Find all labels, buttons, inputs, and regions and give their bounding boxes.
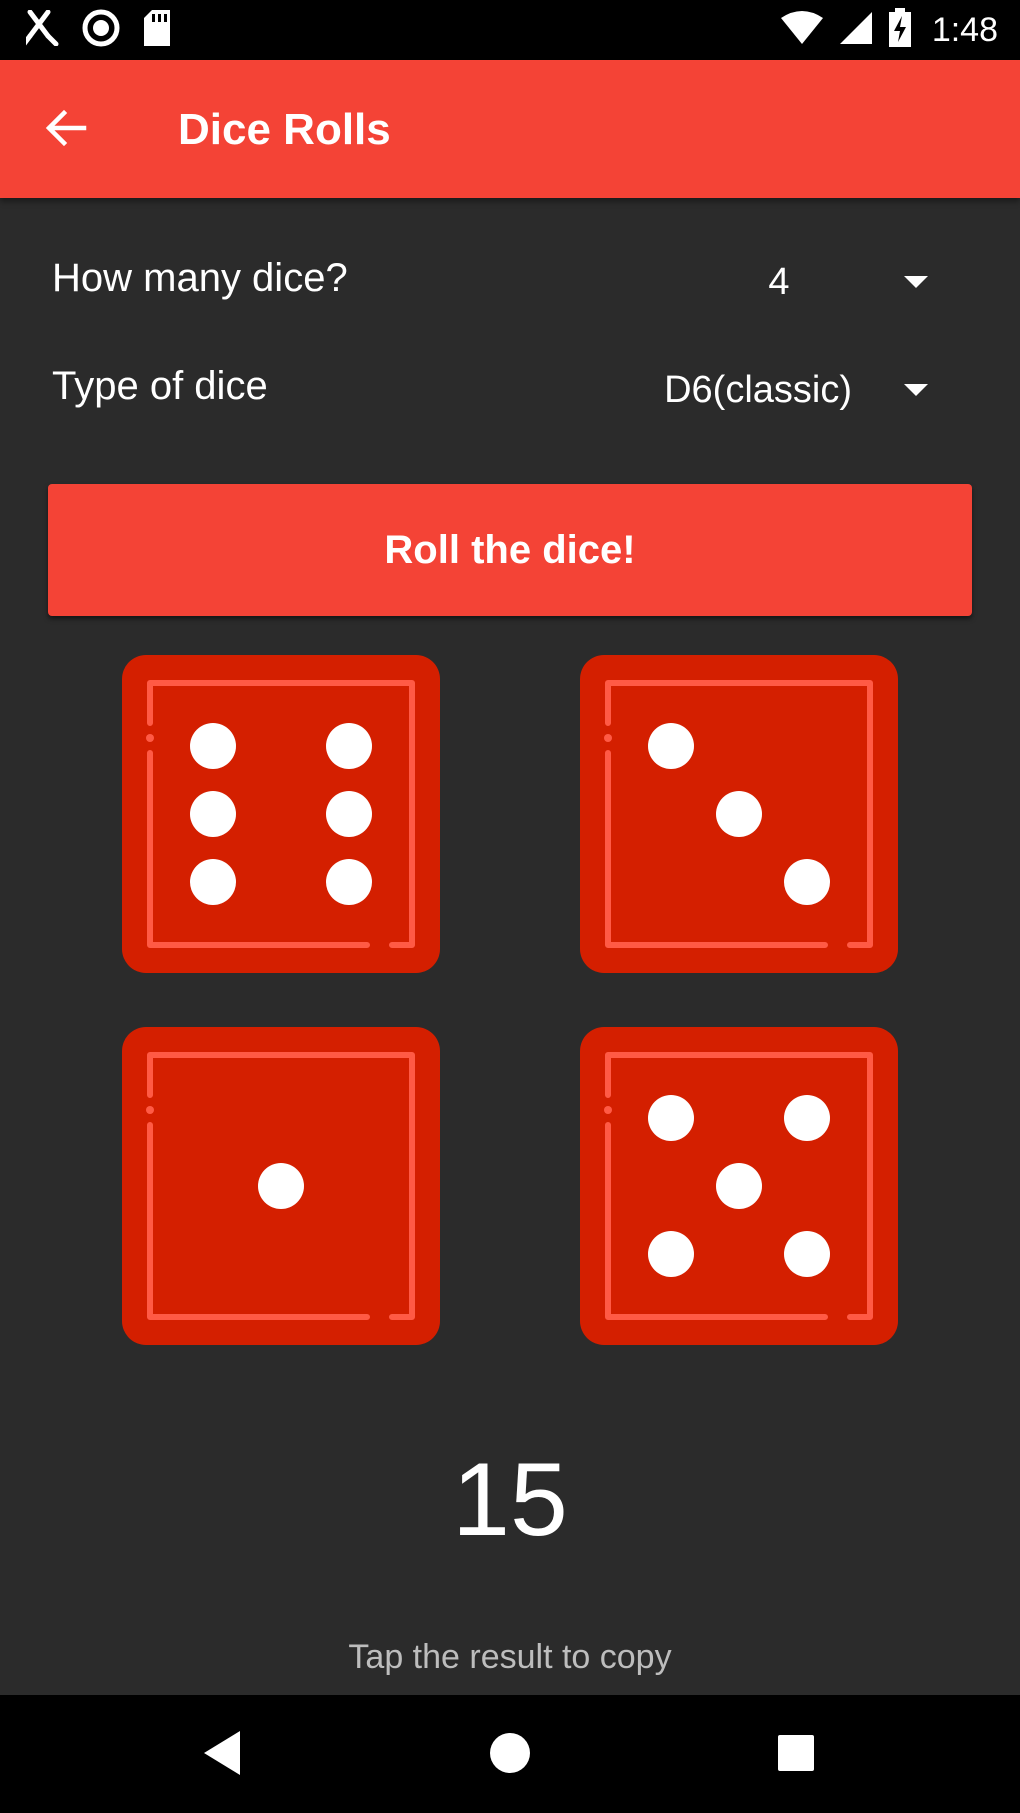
die-pip	[326, 791, 372, 837]
back-button[interactable]	[34, 98, 98, 162]
die-face-icon	[580, 1027, 898, 1345]
die-pip	[326, 723, 372, 769]
die-4[interactable]	[580, 1027, 898, 1345]
page-title: Dice Rolls	[178, 105, 391, 154]
die-pip	[258, 1163, 304, 1209]
arrow-back-icon	[44, 106, 88, 155]
result-total[interactable]: 15	[0, 1440, 1020, 1560]
die-face-icon	[122, 1027, 440, 1345]
nav-recents-icon	[776, 1733, 816, 1778]
dice-type-value: D6(classic)	[664, 368, 852, 411]
signal-icon	[838, 10, 874, 51]
record-icon	[82, 9, 120, 52]
dice-type-label: Type of dice	[52, 364, 268, 408]
status-right-icons: 1:48	[780, 7, 998, 53]
nav-back-icon	[200, 1729, 244, 1782]
dice-type-select[interactable]: D6(classic)	[664, 350, 952, 430]
dice-count-select[interactable]: 4	[714, 242, 952, 322]
nav-back-button[interactable]	[192, 1725, 252, 1785]
dice-type-row: Type of dice D6(classic)	[52, 350, 952, 430]
die-pip	[784, 1095, 830, 1141]
die-pip	[326, 859, 372, 905]
nav-home-button[interactable]	[480, 1725, 540, 1785]
die-pip	[648, 1095, 694, 1141]
nav-home-icon	[488, 1731, 532, 1780]
dice-count-row: How many dice? 4	[52, 242, 952, 322]
sd-card-icon	[142, 9, 172, 52]
screen: 1:48 Dice Rolls How many dice? 4 Type of…	[0, 0, 1020, 1813]
die-pip	[190, 723, 236, 769]
wifi-icon	[780, 10, 824, 51]
dice-count-value: 4	[768, 260, 790, 303]
restaurant-icon	[21, 9, 60, 51]
dice-count-label: How many dice?	[52, 256, 348, 300]
die-pip	[716, 1163, 762, 1209]
status-left-icons	[21, 9, 172, 52]
app-bar: Dice Rolls	[0, 60, 1020, 198]
dropdown-arrow-icon	[904, 276, 928, 288]
die-pip	[190, 791, 236, 837]
die-face-icon	[580, 655, 898, 973]
roll-dice-button[interactable]: Roll the dice!	[48, 484, 972, 616]
status-bar: 1:48	[0, 0, 1020, 60]
die-pip	[648, 1231, 694, 1277]
dropdown-arrow-icon	[904, 384, 928, 396]
die-pip	[784, 1231, 830, 1277]
die-pip	[784, 859, 830, 905]
die-2[interactable]	[580, 655, 898, 973]
die-pip	[190, 859, 236, 905]
battery-charging-icon	[888, 7, 912, 53]
navigation-bar	[0, 1695, 1020, 1813]
die-face-icon	[122, 655, 440, 973]
status-time: 1:48	[931, 10, 998, 49]
copy-hint: Tap the result to copy	[348, 1638, 672, 1676]
die-pip	[716, 791, 762, 837]
die-1[interactable]	[122, 655, 440, 973]
nav-recents-button[interactable]	[766, 1725, 826, 1785]
die-3[interactable]	[122, 1027, 440, 1345]
die-pip	[648, 723, 694, 769]
